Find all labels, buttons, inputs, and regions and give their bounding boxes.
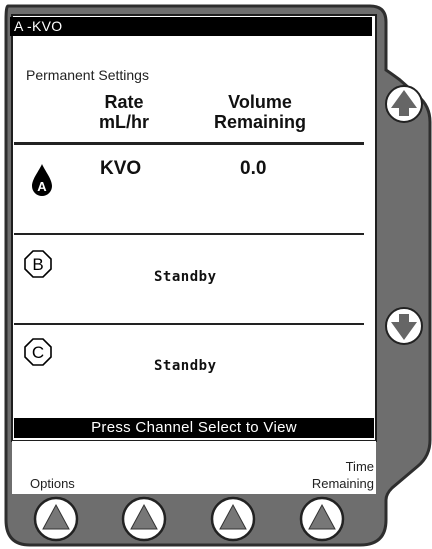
channel-b-letter: B: [32, 255, 43, 274]
rate-header-line1: Rate: [104, 92, 144, 112]
channel-a-volume: 0.0: [240, 158, 267, 179]
soft-key-3-button[interactable]: [210, 496, 256, 542]
time-remaining-label-line1: Time: [345, 459, 374, 474]
channel-c-letter: C: [32, 343, 44, 362]
channel-a-letter: A: [37, 179, 47, 194]
volume-header-line2: Remaining: [213, 112, 306, 132]
pump-display-shell: A -KVO Permanent Settings Rate mL/hr Vol…: [0, 0, 432, 549]
rate-header: Rate mL/hr: [78, 92, 170, 132]
channel-a-rate: KVO: [100, 158, 142, 179]
rate-header-line2: mL/hr: [98, 112, 149, 132]
volume-header: Volume Remaining: [185, 92, 335, 132]
channel-c-status: Standby: [154, 358, 217, 374]
time-remaining-label-line2: Remaining: [311, 476, 374, 491]
soft-key-2-button[interactable]: [121, 496, 167, 542]
channel-divider-2: [14, 323, 364, 325]
soft-key-1-button[interactable]: [33, 496, 79, 542]
drop-icon: A: [32, 164, 52, 196]
header-divider: [14, 142, 364, 145]
status-bar: Press Channel Select to View: [14, 418, 374, 438]
options-label: Options: [30, 476, 75, 491]
octagon-icon: C: [24, 338, 52, 366]
volume-header-line1: Volume: [228, 92, 292, 112]
section-title: Permanent Settings: [26, 67, 149, 83]
soft-key-4-button[interactable]: [299, 496, 345, 542]
title-bar: A -KVO: [10, 17, 372, 36]
time-remaining-label: Time Remaining: [286, 458, 374, 492]
scroll-up-button[interactable]: [384, 84, 424, 124]
channel-b-status: Standby: [154, 269, 217, 285]
octagon-icon: B: [24, 250, 52, 278]
scroll-down-button[interactable]: [384, 306, 424, 346]
channel-divider-1: [14, 233, 364, 235]
